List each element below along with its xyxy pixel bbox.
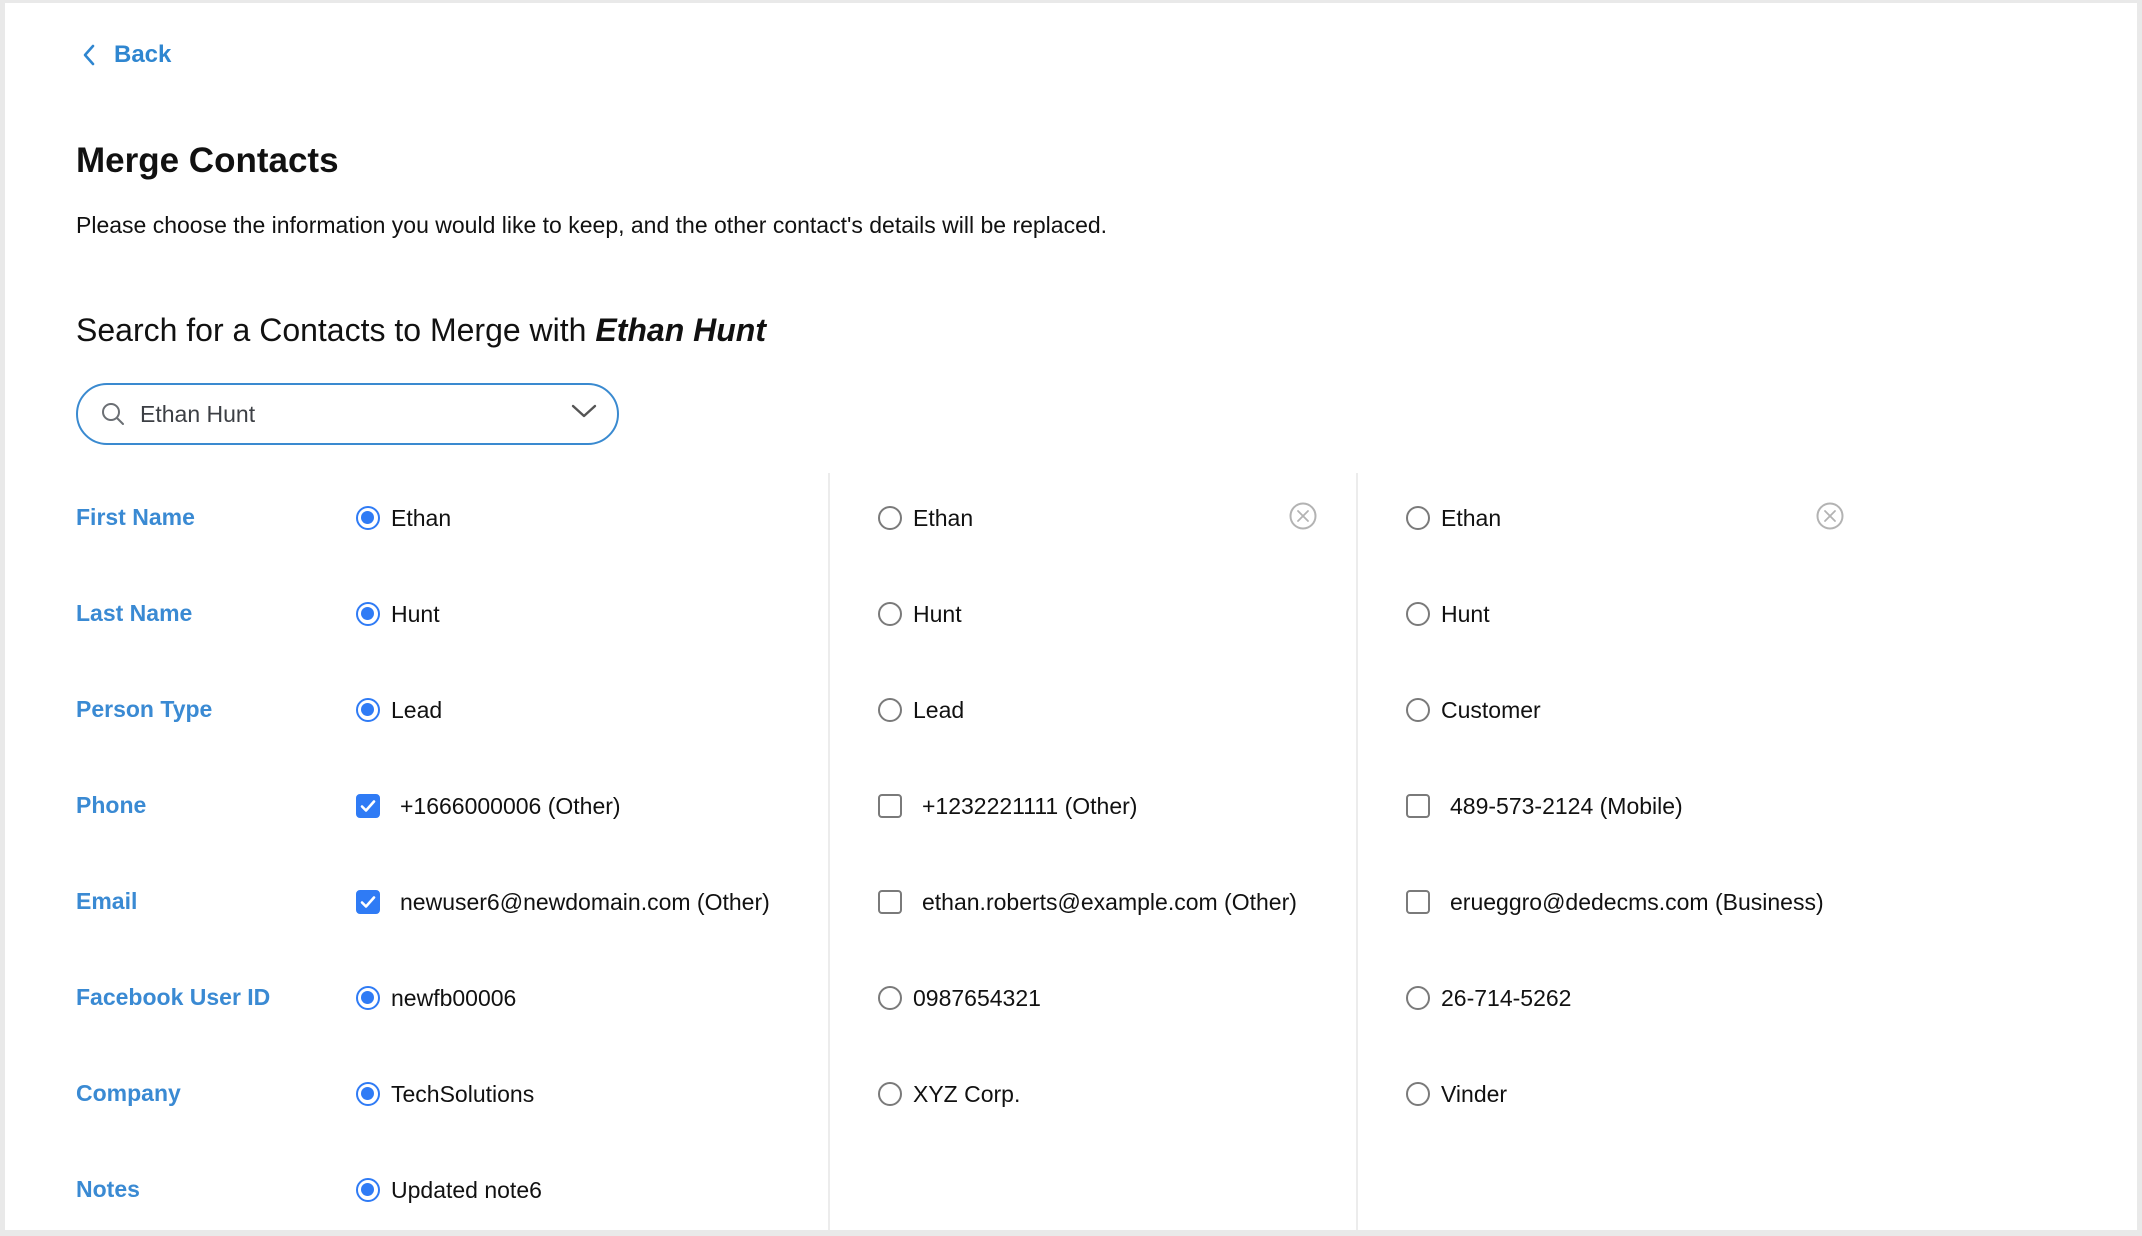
- radio-selected[interactable]: [356, 698, 380, 722]
- option-value: erueggro@dedecms.com (Business): [1450, 888, 1824, 915]
- option-value: 26-714-5262: [1441, 984, 1572, 1011]
- option-value: +1232221111 (Other): [922, 792, 1138, 819]
- option-person-type-contact-2[interactable]: Lead: [878, 690, 964, 730]
- radio-unselected[interactable]: [1406, 506, 1430, 530]
- back-link[interactable]: Back: [82, 35, 171, 75]
- option-value: newfb00006: [391, 984, 517, 1011]
- checkbox-checked[interactable]: [356, 890, 380, 914]
- radio-selected[interactable]: [356, 986, 380, 1010]
- merge-contacts-page: Back Merge Contacts Please choose the in…: [5, 3, 2137, 1230]
- checkbox-unchecked[interactable]: [878, 794, 902, 818]
- field-label-email: Email: [76, 888, 138, 914]
- option-value: Ethan: [913, 504, 974, 531]
- option-company-contact-1[interactable]: TechSolutions: [356, 1074, 534, 1114]
- field-label-person-type: Person Type: [76, 696, 213, 722]
- contact-search-combobox[interactable]: [76, 383, 619, 445]
- option-value: ethan.roberts@example.com (Other): [922, 888, 1297, 915]
- radio-unselected[interactable]: [1406, 602, 1430, 626]
- option-facebook-user-id-contact-2[interactable]: 0987654321: [878, 978, 1041, 1018]
- option-email-contact-2[interactable]: ethan.roberts@example.com (Other): [878, 882, 1297, 922]
- option-first-name-contact-1[interactable]: Ethan: [356, 498, 451, 538]
- radio-selected[interactable]: [356, 1082, 380, 1106]
- option-value: 489-573-2124 (Mobile): [1450, 792, 1683, 819]
- option-value: Ethan: [391, 504, 452, 531]
- option-email-contact-3[interactable]: erueggro@dedecms.com (Business): [1406, 882, 1824, 922]
- option-phone-contact-3[interactable]: 489-573-2124 (Mobile): [1406, 786, 1683, 826]
- option-phone-contact-1[interactable]: +1666000006 (Other): [356, 786, 621, 826]
- search-heading: Search for a Contacts to Merge with Etha…: [76, 312, 766, 349]
- checkbox-unchecked[interactable]: [1406, 890, 1430, 914]
- option-value: Hunt: [1441, 600, 1490, 627]
- field-label-notes: Notes: [76, 1176, 140, 1202]
- option-value: TechSolutions: [391, 1080, 535, 1107]
- field-label-phone: Phone: [76, 792, 147, 818]
- checkbox-unchecked[interactable]: [1406, 794, 1430, 818]
- search-icon: [100, 401, 126, 427]
- radio-unselected[interactable]: [1406, 1082, 1430, 1106]
- option-value: XYZ Corp.: [913, 1080, 1021, 1107]
- page-title: Merge Contacts: [76, 141, 339, 180]
- option-notes-contact-1[interactable]: Updated note6: [356, 1170, 542, 1210]
- option-value: Ethan: [1441, 504, 1502, 531]
- page-description: Please choose the information you would …: [76, 212, 1108, 238]
- option-value: +1666000006 (Other): [400, 792, 621, 819]
- option-value: Hunt: [391, 600, 440, 627]
- remove-contact-2-close-icon[interactable]: [1288, 501, 1318, 531]
- option-first-name-contact-2[interactable]: Ethan: [878, 498, 973, 538]
- search-heading-contact-name: Ethan Hunt: [595, 312, 766, 348]
- remove-contact-3-close-icon[interactable]: [1815, 501, 1845, 531]
- column-divider: [828, 473, 830, 1230]
- field-label-last-name: Last Name: [76, 600, 193, 626]
- radio-unselected[interactable]: [1406, 698, 1430, 722]
- checkbox-unchecked[interactable]: [878, 890, 902, 914]
- search-heading-prefix: Search for a Contacts to Merge with: [76, 312, 596, 348]
- option-company-contact-3[interactable]: Vinder: [1406, 1074, 1507, 1114]
- option-value: Customer: [1441, 696, 1541, 723]
- checkbox-checked[interactable]: [356, 794, 380, 818]
- option-facebook-user-id-contact-1[interactable]: newfb00006: [356, 978, 516, 1018]
- option-value: Lead: [913, 696, 965, 723]
- radio-unselected[interactable]: [878, 698, 902, 722]
- checkmark-icon: [360, 896, 376, 908]
- option-facebook-user-id-contact-3[interactable]: 26-714-5262: [1406, 978, 1571, 1018]
- search-input[interactable]: [140, 400, 540, 428]
- field-label-company: Company: [76, 1080, 181, 1106]
- radio-selected[interactable]: [356, 1178, 380, 1202]
- option-first-name-contact-3[interactable]: Ethan: [1406, 498, 1501, 538]
- radio-unselected[interactable]: [1406, 986, 1430, 1010]
- option-value: 0987654321: [913, 984, 1041, 1011]
- column-divider: [1356, 473, 1358, 1230]
- option-person-type-contact-1[interactable]: Lead: [356, 690, 442, 730]
- checkmark-icon: [360, 800, 376, 812]
- radio-selected[interactable]: [356, 602, 380, 626]
- radio-unselected[interactable]: [878, 602, 902, 626]
- option-value: Lead: [391, 696, 443, 723]
- option-value: newuser6@newdomain.com (Other): [400, 888, 770, 915]
- field-label-facebook-user-id: Facebook User ID: [76, 984, 271, 1010]
- radio-unselected[interactable]: [878, 506, 902, 530]
- option-value: Hunt: [913, 600, 962, 627]
- radio-selected[interactable]: [356, 506, 380, 530]
- radio-unselected[interactable]: [878, 1082, 902, 1106]
- option-email-contact-1[interactable]: newuser6@newdomain.com (Other): [356, 882, 770, 922]
- option-value: Updated note6: [391, 1176, 542, 1203]
- option-phone-contact-2[interactable]: +1232221111 (Other): [878, 786, 1137, 826]
- chevron-down-icon[interactable]: [571, 403, 597, 419]
- back-label: Back: [114, 41, 172, 68]
- option-last-name-contact-1[interactable]: Hunt: [356, 594, 440, 634]
- option-value: Vinder: [1441, 1080, 1508, 1107]
- field-label-first-name: First Name: [76, 504, 195, 530]
- chevron-left-icon: [83, 44, 95, 66]
- option-person-type-contact-3[interactable]: Customer: [1406, 690, 1541, 730]
- option-last-name-contact-3[interactable]: Hunt: [1406, 594, 1490, 634]
- option-last-name-contact-2[interactable]: Hunt: [878, 594, 962, 634]
- option-company-contact-2[interactable]: XYZ Corp.: [878, 1074, 1020, 1114]
- radio-unselected[interactable]: [878, 986, 902, 1010]
